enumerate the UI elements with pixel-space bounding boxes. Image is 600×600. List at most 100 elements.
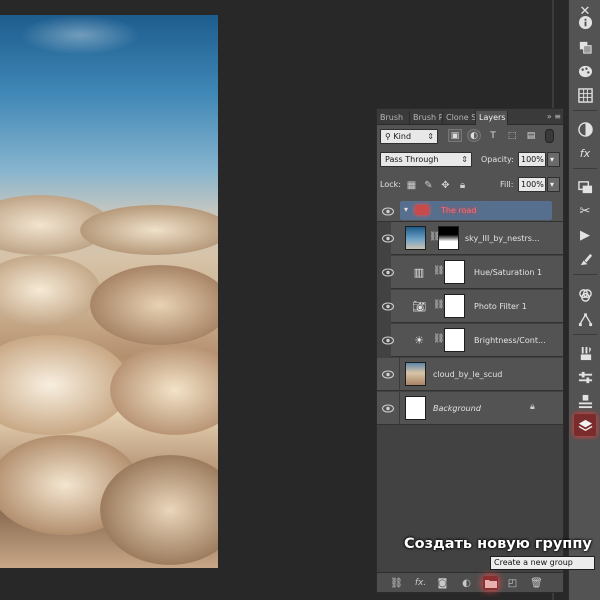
layer-name[interactable]: cloud_by_le_scud bbox=[433, 358, 502, 391]
visibility-eye-icon[interactable] bbox=[380, 400, 396, 416]
visibility-eye-icon[interactable] bbox=[380, 264, 396, 280]
opacity-dropdown-icon[interactable]: ▾ bbox=[547, 152, 560, 167]
mask-link-icon[interactable]: ⛓ bbox=[429, 232, 440, 244]
layer-thumbnail bbox=[405, 226, 426, 250]
visibility-eye-icon[interactable] bbox=[380, 203, 396, 219]
filter-adjustment-icon[interactable]: ◐ bbox=[467, 129, 481, 142]
tab-clone-source[interactable]: Clone S bbox=[443, 111, 476, 125]
new-adjustment-layer-icon[interactable]: ◐ bbox=[459, 576, 474, 590]
folder-icon bbox=[415, 205, 429, 215]
channels-icon[interactable] bbox=[574, 284, 596, 306]
layer-mask-thumbnail[interactable] bbox=[444, 260, 465, 284]
styles-fx-icon[interactable]: fx bbox=[574, 142, 596, 164]
column-divider bbox=[399, 358, 400, 391]
layer-row-hue-saturation[interactable]: ▥ ⛓ Hue/Saturation 1 bbox=[382, 256, 563, 289]
lock-image-icon[interactable]: ✎ bbox=[422, 179, 435, 192]
lock-icon[interactable]: 🔒︎ bbox=[530, 402, 535, 412]
group-expand-icon[interactable]: ▾ bbox=[404, 205, 408, 214]
blend-row: Pass Through ⇕ Opacity: 100% ▾ bbox=[377, 149, 563, 169]
lock-transparent-icon[interactable]: ▦ bbox=[405, 179, 418, 192]
tab-layers[interactable]: Layers bbox=[476, 111, 508, 125]
hue-saturation-icon: ▥ bbox=[413, 265, 425, 279]
filter-toggle-switch[interactable] bbox=[545, 129, 554, 143]
layers-panel: Brush Brush P Clone S Layers » ≡ ⚲ Kind … bbox=[376, 108, 564, 593]
layer-mask-thumbnail[interactable] bbox=[444, 294, 465, 318]
layer-row-cloud[interactable]: cloud_by_le_scud bbox=[377, 358, 563, 391]
info-icon[interactable] bbox=[574, 11, 596, 33]
column-divider bbox=[399, 392, 400, 425]
palette-icon[interactable] bbox=[574, 60, 596, 82]
history-icon[interactable] bbox=[574, 176, 596, 198]
create-new-group-button[interactable] bbox=[483, 576, 498, 590]
layer-row-sky[interactable]: ⛓ sky_III_by_nestrs... bbox=[382, 222, 563, 255]
filter-pixel-icon[interactable]: ▣ bbox=[448, 129, 462, 142]
select-arrows-icon: ⇕ bbox=[461, 155, 468, 164]
visibility-eye-icon[interactable] bbox=[380, 230, 396, 246]
play-actions-icon[interactable]: ▶ bbox=[574, 224, 596, 246]
mask-link-icon[interactable]: ⛓ bbox=[433, 334, 444, 346]
layer-thumbnail bbox=[405, 362, 426, 386]
fill-input[interactable]: 100% bbox=[518, 177, 546, 192]
layers-list: ▾ The road ⛓ sky_III_by_nestrs... ▥ ⛓ Hu… bbox=[377, 200, 563, 580]
properties-icon[interactable] bbox=[574, 390, 596, 412]
filter-smart-object-icon[interactable]: ▤ bbox=[524, 129, 538, 142]
tool-presets-icon[interactable] bbox=[574, 366, 596, 388]
layers-panel-icon[interactable] bbox=[574, 414, 596, 436]
layer-row-background[interactable]: Background 🔒︎ bbox=[377, 392, 563, 425]
brush-presets-icon[interactable] bbox=[574, 248, 596, 270]
lock-row: Lock: ▦ ✎ ✥ 🔒︎ Fill: 100% ▾ bbox=[377, 175, 563, 195]
tooltip: Create a new group bbox=[490, 556, 595, 570]
layer-name[interactable]: sky_III_by_nestrs... bbox=[465, 222, 540, 255]
filter-kind-label: Kind bbox=[393, 132, 412, 141]
lock-label: Lock: bbox=[380, 180, 401, 189]
visibility-eye-icon[interactable] bbox=[380, 366, 396, 382]
lock-position-icon[interactable]: ✥ bbox=[439, 179, 452, 192]
color-swatch-icon[interactable] bbox=[574, 36, 596, 58]
folder-icon bbox=[484, 579, 497, 588]
blend-mode-select[interactable]: Pass Through ⇕ bbox=[380, 152, 472, 167]
visibility-eye-icon[interactable] bbox=[380, 298, 396, 314]
layer-mask-thumbnail[interactable] bbox=[444, 328, 465, 352]
layer-name[interactable]: Background bbox=[433, 392, 481, 425]
filter-type-icon[interactable]: T bbox=[486, 129, 500, 142]
filter-shape-icon[interactable]: ⬚ bbox=[505, 129, 519, 142]
create-new-layer-icon[interactable]: ◰ bbox=[505, 576, 520, 590]
tools-icon[interactable]: ✂ bbox=[574, 200, 596, 222]
layers-footer-toolbar: ⛓ fx. ◙ ◐ ◰ 🗑︎ bbox=[377, 572, 563, 592]
brush-icon[interactable] bbox=[574, 342, 596, 364]
tab-brush[interactable]: Brush bbox=[377, 111, 410, 125]
visibility-eye-icon[interactable] bbox=[380, 332, 396, 348]
add-layer-style-icon[interactable]: fx. bbox=[413, 576, 428, 590]
paths-icon[interactable] bbox=[574, 308, 596, 330]
lock-all-icon[interactable]: 🔒︎ bbox=[456, 179, 469, 192]
adjustments-icon[interactable] bbox=[574, 118, 596, 140]
link-layers-icon[interactable]: ⛓ bbox=[389, 576, 404, 590]
filter-kind-select[interactable]: ⚲ Kind ⇕ bbox=[380, 129, 438, 144]
layer-name[interactable]: Photo Filter 1 bbox=[474, 290, 527, 323]
canvas-image[interactable] bbox=[0, 15, 218, 568]
layer-row-brightness-contrast[interactable]: ☀ ⛓ Brightness/Cont... bbox=[382, 324, 563, 357]
opacity-label: Opacity: bbox=[481, 155, 514, 164]
instruction-caption: Создать новую группу bbox=[404, 536, 592, 552]
fill-dropdown-icon[interactable]: ▾ bbox=[547, 177, 560, 192]
layer-name[interactable]: Brightness/Cont... bbox=[474, 324, 546, 357]
toolbar-separator bbox=[573, 110, 597, 111]
mask-link-icon[interactable]: ⛓ bbox=[433, 300, 444, 312]
expand-chevron-icon[interactable]: » bbox=[547, 112, 552, 121]
add-mask-icon[interactable]: ◙ bbox=[435, 576, 450, 590]
opacity-input[interactable]: 100% bbox=[518, 152, 546, 167]
layer-mask-thumbnail[interactable] bbox=[438, 226, 459, 250]
swatches-grid-icon[interactable] bbox=[574, 84, 596, 106]
layer-row-photo-filter[interactable]: 📷︎ ⛓ Photo Filter 1 bbox=[382, 290, 563, 323]
layer-group-row[interactable]: ▾ The road bbox=[377, 200, 563, 222]
toolbar-separator bbox=[573, 274, 597, 275]
group-name[interactable]: The road bbox=[441, 206, 476, 215]
tab-brush-presets[interactable]: Brush P bbox=[410, 111, 443, 125]
layer-name[interactable]: Hue/Saturation 1 bbox=[474, 256, 542, 289]
fill-label: Fill: bbox=[500, 180, 514, 189]
mask-link-icon[interactable]: ⛓ bbox=[433, 266, 444, 278]
panel-menu-icon[interactable]: » ≡ bbox=[539, 111, 561, 123]
delete-layer-icon[interactable]: 🗑︎ bbox=[529, 576, 544, 590]
select-arrows-icon: ⇕ bbox=[427, 132, 434, 141]
toolbar-separator bbox=[573, 168, 597, 169]
